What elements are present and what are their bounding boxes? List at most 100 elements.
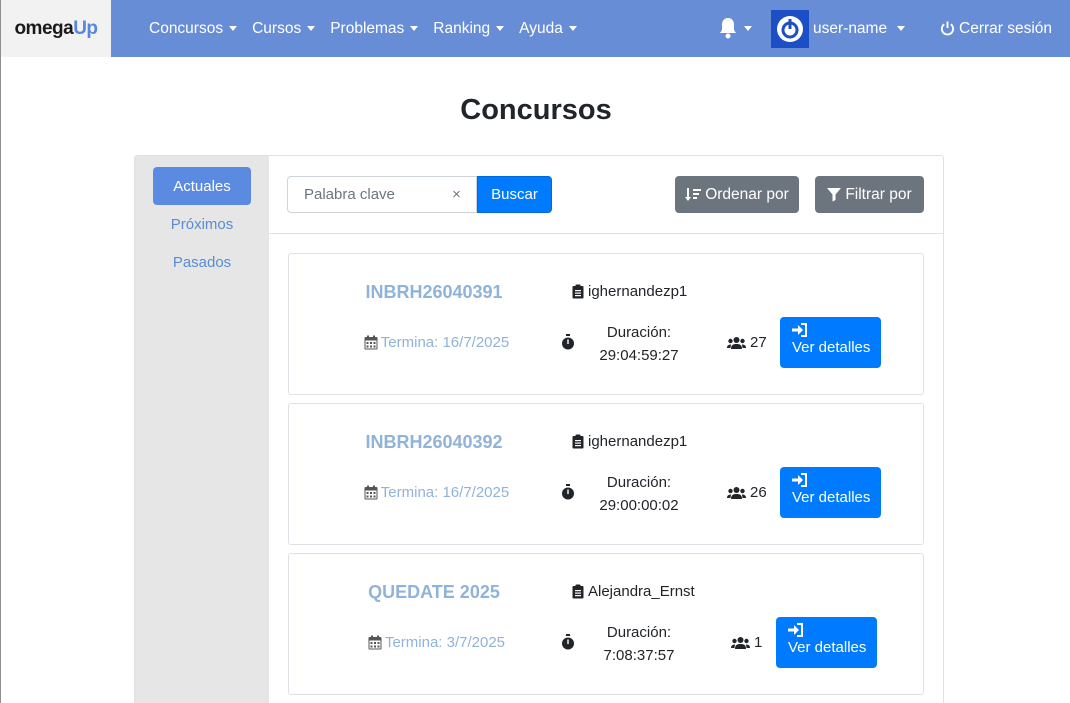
- bell-icon: [720, 18, 736, 39]
- nav-item-ayuda[interactable]: Ayuda: [519, 20, 577, 38]
- duration-value: 7:08:37:57: [603, 647, 675, 664]
- contest-duration: Duración: 29:00:00:02: [589, 471, 689, 517]
- calendar-icon: [364, 485, 378, 500]
- contest-title-link[interactable]: QUEDATE 2025: [329, 582, 539, 603]
- nav-label: Cursos: [252, 19, 302, 37]
- nav-label: Problemas: [330, 19, 405, 37]
- view-details-button[interactable]: Ver detalles: [780, 317, 881, 368]
- nav-item-ranking[interactable]: Ranking: [433, 19, 505, 38]
- participant-count: 26: [750, 484, 767, 501]
- caret-down-icon: [744, 25, 752, 31]
- calendar-icon: [364, 335, 378, 350]
- contest-duration: Duración: 7:08:37:57: [589, 621, 689, 667]
- filter-button[interactable]: Filtrar por: [815, 176, 924, 213]
- caret-down-icon: [568, 26, 577, 31]
- contest-owner: ighernandezp1: [572, 283, 687, 300]
- duration-label: Duración:: [606, 324, 672, 341]
- nav-label: Ranking: [433, 19, 491, 37]
- notifications-button[interactable]: [718, 17, 752, 39]
- view-details-label: Ver detalles: [792, 339, 871, 356]
- stopwatch-icon: [562, 484, 574, 500]
- participant-count: 1: [754, 634, 763, 651]
- caret-down-icon: [307, 26, 316, 31]
- view-details-label: Ver detalles: [792, 489, 871, 506]
- logout-label: Cerrar sesión: [959, 19, 1053, 37]
- users-icon: [727, 336, 746, 349]
- participant-count: 27: [750, 334, 767, 351]
- sign-in-icon: [788, 623, 803, 637]
- sign-in-icon: [792, 473, 807, 487]
- duration-value: 29:04:59:27: [599, 347, 679, 364]
- users-icon: [727, 486, 746, 499]
- contest-item: INBRH26040392 ighernandezp1 Termina: 16/…: [288, 403, 924, 545]
- logout-link[interactable]: Cerrar sesión: [940, 0, 1052, 57]
- filter-icon: [827, 188, 842, 202]
- search-toolbar: Palabra clave × Buscar Ordenar por Filtr…: [269, 156, 943, 234]
- contest-duration: Duración: 29:04:59:27: [589, 321, 689, 367]
- contest-owner-name: ighernandezp1: [588, 433, 688, 450]
- contest-title-link[interactable]: INBRH26040391: [329, 282, 539, 303]
- contest-participants: 26: [727, 484, 767, 501]
- contest-owner-name: Alejandra_Ernst: [588, 583, 695, 600]
- duration-value: 29:00:00:02: [599, 497, 679, 514]
- user-name-label: user-name: [813, 19, 888, 37]
- tab-proximos[interactable]: Próximos: [153, 205, 251, 243]
- view-details-label: Ver detalles: [788, 639, 867, 656]
- user-menu[interactable]: user-name: [813, 0, 906, 57]
- duration-label: Duración:: [606, 624, 672, 641]
- calendar-icon: [368, 635, 382, 650]
- sort-button[interactable]: Ordenar por: [675, 176, 799, 213]
- tab-actuales[interactable]: Actuales: [153, 167, 251, 205]
- clear-search-button[interactable]: ×: [437, 176, 477, 213]
- contest-item: QUEDATE 2025 Alejandra_Ernst Termina: 3/…: [288, 553, 924, 695]
- brand-logo[interactable]: omega Up: [1, 0, 111, 57]
- view-details-button[interactable]: Ver detalles: [780, 467, 881, 518]
- tab-pasados[interactable]: Pasados: [153, 243, 251, 281]
- search-input[interactable]: Palabra clave: [287, 176, 438, 213]
- contest-end-date: Termina: 3/7/2025: [309, 634, 564, 651]
- clipboard-icon: [572, 284, 584, 299]
- nav-label: Ayuda: [519, 19, 563, 37]
- brand-text-omega: omega: [14, 17, 74, 39]
- sign-in-icon: [792, 323, 807, 337]
- contest-end-label: Termina: 16/7/2025: [380, 334, 510, 351]
- duration-label: Duración:: [606, 474, 672, 491]
- clipboard-icon: [572, 584, 584, 599]
- contest-end-date: Termina: 16/7/2025: [309, 484, 564, 501]
- nav-item-concursos[interactable]: Concursos: [149, 19, 238, 38]
- caret-down-icon: [410, 26, 419, 31]
- top-navbar: omega Up Concursos Cursos Problemas Ranki…: [1, 0, 1070, 57]
- contest-participants: 27: [727, 334, 767, 351]
- nav-label: Concursos: [149, 19, 224, 37]
- contest-end-date: Termina: 16/7/2025: [309, 334, 564, 351]
- brand-text-up: Up: [73, 17, 98, 39]
- sort-icon: [685, 188, 702, 201]
- main-menu: Concursos Cursos Problemas Ranking Ayuda: [149, 0, 592, 57]
- avatar[interactable]: [771, 10, 809, 48]
- contest-participants: 1: [731, 634, 762, 651]
- caret-down-icon: [897, 26, 906, 31]
- contest-owner: ighernandezp1: [572, 433, 687, 450]
- contest-tabs-sidebar: Actuales Próximos Pasados: [135, 156, 269, 703]
- nav-item-problemas[interactable]: Problemas: [330, 19, 419, 38]
- stopwatch-icon: [562, 634, 574, 650]
- caret-down-icon: [496, 26, 505, 31]
- power-icon: [940, 21, 955, 36]
- contest-owner-name: ighernandezp1: [588, 283, 688, 300]
- contest-end-label: Termina: 3/7/2025: [384, 634, 506, 651]
- view-details-button[interactable]: Ver detalles: [776, 617, 877, 668]
- sort-label: Ordenar por: [705, 185, 789, 203]
- search-button[interactable]: Buscar: [477, 176, 552, 213]
- page-title: Concursos: [460, 94, 612, 126]
- clipboard-icon: [572, 434, 584, 449]
- caret-down-icon: [229, 26, 238, 31]
- contest-end-label: Termina: 16/7/2025: [380, 484, 510, 501]
- power-logo-icon: [777, 16, 803, 42]
- users-icon: [731, 636, 750, 649]
- contest-item: INBRH26040391 ighernandezp1 Termina: 16/…: [288, 253, 924, 395]
- contest-title-link[interactable]: INBRH26040392: [329, 432, 539, 453]
- nav-item-cursos[interactable]: Cursos: [252, 19, 316, 38]
- stopwatch-icon: [562, 334, 574, 350]
- filter-label: Filtrar por: [845, 185, 912, 203]
- contest-owner: Alejandra_Ernst: [572, 583, 695, 600]
